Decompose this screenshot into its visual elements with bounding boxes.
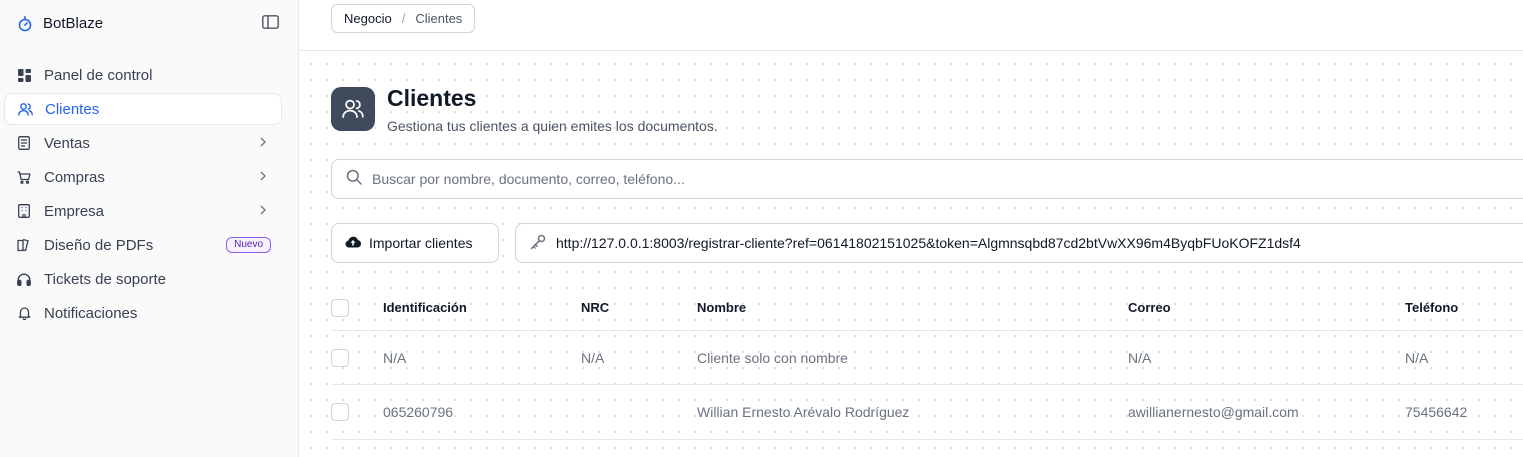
breadcrumb-separator: / (401, 11, 406, 26)
cell-identificacion: 065260796 (383, 404, 454, 420)
sidebar-item-label: Panel de control (44, 66, 153, 84)
column-header-identificacion[interactable]: Identificación (383, 285, 467, 330)
breadcrumb: Negocio / Clientes (331, 4, 476, 33)
clients-table: Identificación NRC Nombre Correo Teléfon… (331, 285, 1523, 440)
breadcrumb-item-negocio[interactable]: Negocio (344, 11, 392, 26)
column-header-telefono[interactable]: Teléfono (1405, 285, 1458, 330)
sidebar-item-label: Tickets de soporte (44, 270, 166, 288)
column-header-correo[interactable]: Correo (1128, 285, 1171, 330)
sidebar-item-label: Ventas (44, 134, 90, 152)
import-clients-button[interactable]: Importar clientes (331, 223, 499, 263)
sidebar-item-compras[interactable]: Compras (4, 161, 282, 193)
content-area: Clientes Gestiona tus clientes a quien e… (299, 52, 1523, 457)
import-clients-label: Importar clientes (369, 235, 473, 251)
sidebar-item-label: Compras (44, 168, 105, 186)
column-header-nrc[interactable]: NRC (581, 285, 609, 330)
cell-nrc: N/A (581, 349, 605, 366)
brand[interactable]: BotBlaze (16, 12, 103, 34)
main-area: Negocio / Clientes Clientes Gestiona tus… (299, 0, 1523, 457)
sidebar-item-label: Diseño de PDFs (44, 236, 154, 254)
search-input[interactable] (372, 171, 1272, 187)
building-icon (16, 203, 32, 219)
table-header-row: Identificación NRC Nombre Correo Teléfon… (331, 285, 1523, 331)
bot-logo-icon (16, 15, 33, 32)
users-icon (17, 101, 33, 117)
sidebar-item-label: Notificaciones (44, 304, 138, 322)
sidebar-item-notificaciones[interactable]: Notificaciones (4, 297, 282, 329)
top-bar: Negocio / Clientes (299, 0, 1523, 51)
row-checkbox[interactable] (331, 348, 349, 367)
column-header-nombre[interactable]: Nombre (697, 285, 746, 330)
cell-identificacion: N/A (383, 349, 407, 366)
registration-link-field[interactable]: http://127.0.0.1:8003/registrar-cliente?… (515, 223, 1523, 263)
new-badge: Nuevo (226, 237, 271, 253)
cart-icon (16, 169, 32, 185)
sidebar-nav: Panel de control Clientes Ventas Compras (4, 59, 282, 331)
search-box[interactable] (331, 159, 1523, 199)
row-checkbox[interactable] (331, 403, 349, 421)
cell-telefono: N/A (1405, 349, 1429, 366)
sidebar-item-tickets-de-soporte[interactable]: Tickets de soporte (4, 263, 282, 295)
sidebar-item-label: Empresa (44, 202, 105, 220)
cloud-upload-icon (345, 235, 361, 251)
sidebar-item-diseno-de-pdfs[interactable]: Diseño de PDFs Nuevo (4, 229, 282, 261)
headphones-icon (16, 271, 32, 287)
key-icon (530, 234, 546, 253)
sidebar-item-clientes[interactable]: Clientes (4, 93, 282, 125)
sidebar-item-empresa[interactable]: Empresa (4, 195, 282, 227)
cell-telefono: 75456642 (1405, 404, 1468, 420)
cell-correo: awillianernesto@gmail.com (1128, 404, 1299, 420)
chevron-right-icon (258, 170, 268, 182)
app-name: BotBlaze (43, 14, 104, 32)
registration-link-text[interactable]: http://127.0.0.1:8003/registrar-cliente?… (556, 235, 1301, 251)
sidebar: BotBlaze Panel de control Clientes Venta… (0, 0, 299, 457)
search-icon (346, 169, 362, 190)
sidebar-item-ventas[interactable]: Ventas (4, 127, 282, 159)
page-subtitle: Gestiona tus clientes a quien emites los… (387, 118, 718, 134)
select-all-checkbox[interactable] (331, 298, 349, 317)
page-title: Clientes (387, 85, 477, 111)
documents-icon (16, 237, 32, 253)
sidebar-item-panel-de-control[interactable]: Panel de control (4, 59, 282, 91)
clients-page-icon (331, 87, 375, 131)
receipt-icon (16, 135, 32, 151)
bell-icon (16, 305, 32, 321)
breadcrumb-item-clientes: Clientes (415, 11, 463, 26)
table-row[interactable]: N/A N/A Cliente solo con nombre N/A N/A (331, 331, 1523, 385)
table-row[interactable]: 065260796 Willian Ernesto Arévalo Rodríg… (331, 385, 1523, 440)
sidebar-item-label: Clientes (45, 100, 100, 118)
chevron-right-icon (258, 136, 268, 148)
dashboard-icon (16, 67, 32, 83)
cell-nombre: Willian Ernesto Arévalo Rodríguez (697, 404, 910, 420)
sidebar-toggle-icon[interactable] (260, 13, 280, 31)
chevron-right-icon (258, 204, 268, 216)
cell-nombre: Cliente solo con nombre (697, 349, 848, 366)
cell-correo: N/A (1128, 349, 1152, 366)
